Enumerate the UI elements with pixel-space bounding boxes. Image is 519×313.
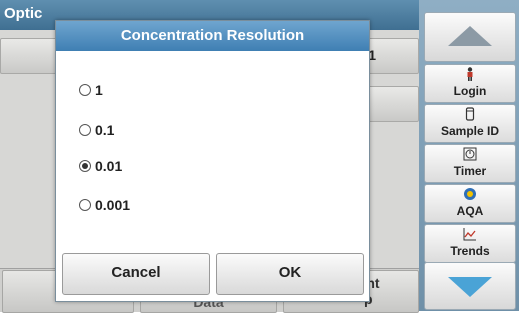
sample-id-label: Sample ID bbox=[440, 124, 500, 138]
timer-label: Timer bbox=[453, 164, 487, 178]
scroll-up-button[interactable] bbox=[424, 12, 516, 62]
radio-button[interactable] bbox=[79, 84, 91, 96]
screen: Optic 1 Data nent p Login Sample ID bbox=[0, 0, 519, 313]
radio-button[interactable] bbox=[79, 199, 91, 211]
person-icon bbox=[425, 67, 515, 83]
vial-icon bbox=[425, 107, 515, 123]
login-button[interactable]: Login bbox=[424, 64, 516, 103]
triangle-up-icon bbox=[448, 26, 492, 46]
option-label: 1 bbox=[95, 82, 103, 98]
aqa-icon bbox=[425, 187, 515, 203]
option-0-01[interactable]: 0.01 bbox=[79, 155, 122, 177]
aqa-label: AQA bbox=[456, 204, 484, 218]
timer-button[interactable]: Timer bbox=[424, 144, 516, 183]
sidebar: Login Sample ID Timer AQA Trends bbox=[419, 0, 519, 311]
scroll-down-button[interactable] bbox=[424, 262, 516, 310]
trends-button[interactable]: Trends bbox=[424, 224, 516, 263]
option-label: 0.001 bbox=[95, 197, 131, 213]
trends-label: Trends bbox=[450, 244, 490, 258]
ok-button[interactable]: OK bbox=[216, 253, 364, 295]
dialog-title: Concentration Resolution bbox=[56, 21, 369, 51]
background-bottom-label-2: p bbox=[364, 291, 418, 307]
radio-button[interactable] bbox=[79, 124, 91, 136]
option-1[interactable]: 1 bbox=[79, 79, 103, 101]
triangle-down-icon bbox=[448, 277, 492, 297]
login-label: Login bbox=[453, 84, 487, 98]
aqa-button[interactable]: AQA bbox=[424, 184, 516, 223]
option-label: 0.01 bbox=[95, 158, 123, 174]
cancel-button[interactable]: Cancel bbox=[62, 253, 210, 295]
radio-button-selected[interactable] bbox=[79, 160, 91, 172]
trend-chart-icon bbox=[425, 227, 515, 243]
concentration-resolution-dialog: Concentration Resolution 1 0.1 0.01 0.00… bbox=[55, 20, 370, 302]
background-title: Optic bbox=[4, 5, 43, 22]
option-0-1[interactable]: 0.1 bbox=[79, 119, 114, 141]
option-label: 0.1 bbox=[95, 122, 115, 138]
timer-icon bbox=[425, 147, 515, 163]
sample-id-button[interactable]: Sample ID bbox=[424, 104, 516, 143]
option-0-001[interactable]: 0.001 bbox=[79, 194, 130, 216]
